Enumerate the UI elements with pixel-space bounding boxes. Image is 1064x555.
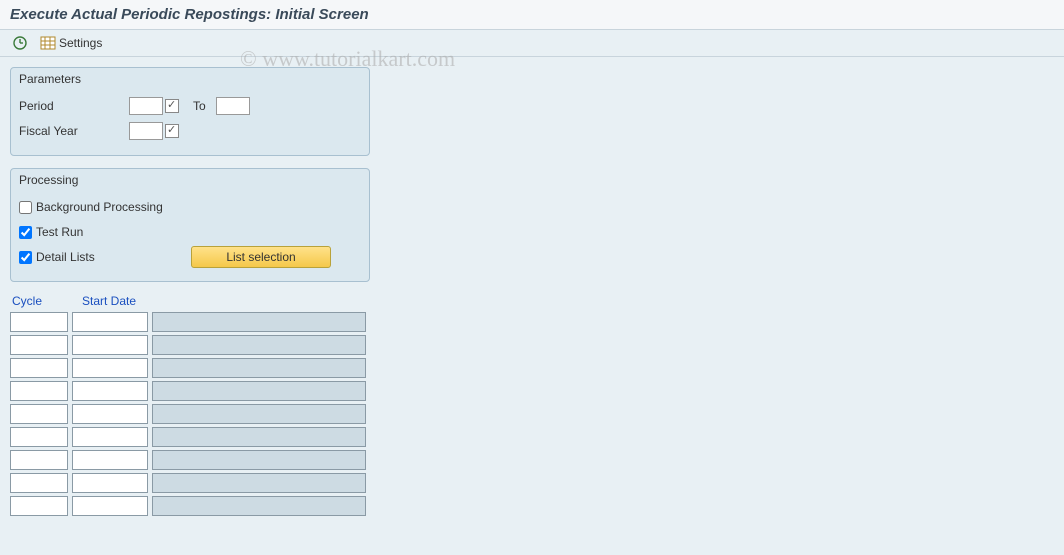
description-input[interactable]	[152, 335, 366, 355]
table-row	[10, 335, 1054, 355]
start-date-input[interactable]	[72, 450, 148, 470]
cycle-input[interactable]	[10, 450, 68, 470]
period-label: Period	[19, 99, 129, 113]
col-header-start-date[interactable]: Start Date	[82, 294, 162, 308]
test-run-label: Test Run	[36, 225, 191, 239]
start-date-input[interactable]	[72, 404, 148, 424]
fiscal-year-row: Fiscal Year	[19, 120, 361, 142]
table-row	[10, 404, 1054, 424]
table-row	[10, 381, 1054, 401]
title-bar: Execute Actual Periodic Repostings: Init…	[0, 0, 1064, 30]
page-title: Execute Actual Periodic Repostings: Init…	[10, 6, 369, 23]
description-input[interactable]	[152, 358, 366, 378]
table-row	[10, 473, 1054, 493]
start-date-input[interactable]	[72, 381, 148, 401]
test-run-checkbox[interactable]	[19, 226, 32, 239]
period-to-input[interactable]	[216, 97, 250, 115]
start-date-input[interactable]	[72, 473, 148, 493]
table-row	[10, 450, 1054, 470]
table-row	[10, 312, 1054, 332]
cycle-input[interactable]	[10, 381, 68, 401]
description-input[interactable]	[152, 404, 366, 424]
to-label: To	[193, 99, 206, 113]
fiscal-year-input[interactable]	[129, 122, 163, 140]
detail-lists-label: Detail Lists	[36, 250, 191, 264]
description-input[interactable]	[152, 312, 366, 332]
processing-legend: Processing	[11, 169, 369, 189]
period-row: Period To	[19, 95, 361, 117]
description-input[interactable]	[152, 450, 366, 470]
cycle-input[interactable]	[10, 335, 68, 355]
cycle-input[interactable]	[10, 404, 68, 424]
background-processing-label: Background Processing	[36, 200, 191, 214]
fiscal-year-label: Fiscal Year	[19, 124, 129, 138]
cycle-input[interactable]	[10, 427, 68, 447]
start-date-input[interactable]	[72, 496, 148, 516]
description-input[interactable]	[152, 427, 366, 447]
table-row	[10, 358, 1054, 378]
table-row	[10, 427, 1054, 447]
cycle-input[interactable]	[10, 473, 68, 493]
description-input[interactable]	[152, 381, 366, 401]
settings-label: Settings	[59, 36, 102, 50]
col-header-cycle[interactable]: Cycle	[12, 294, 76, 308]
execute-icon[interactable]	[10, 34, 30, 52]
start-date-input[interactable]	[72, 427, 148, 447]
cycle-input[interactable]	[10, 496, 68, 516]
start-date-input[interactable]	[72, 335, 148, 355]
detail-lists-checkbox[interactable]	[19, 251, 32, 264]
settings-button[interactable]: Settings	[36, 34, 106, 52]
processing-group: Processing Background Processing Test Ru…	[10, 168, 370, 282]
search-help-icon[interactable]	[165, 124, 179, 138]
background-processing-checkbox[interactable]	[19, 201, 32, 214]
toolbar: Settings	[0, 30, 1064, 57]
cycle-input[interactable]	[10, 358, 68, 378]
start-date-input[interactable]	[72, 358, 148, 378]
description-input[interactable]	[152, 473, 366, 493]
start-date-input[interactable]	[72, 312, 148, 332]
parameters-legend: Parameters	[11, 68, 369, 88]
content-area: Parameters Period To Fiscal Year Process…	[0, 57, 1064, 529]
search-help-icon[interactable]	[165, 99, 179, 113]
description-input[interactable]	[152, 496, 366, 516]
list-selection-button[interactable]: List selection	[191, 246, 331, 268]
parameters-group: Parameters Period To Fiscal Year	[10, 67, 370, 156]
cycle-input[interactable]	[10, 312, 68, 332]
table-icon	[40, 35, 56, 51]
period-input[interactable]	[129, 97, 163, 115]
table-row	[10, 496, 1054, 516]
cycle-table: Cycle Start Date	[10, 294, 1054, 516]
